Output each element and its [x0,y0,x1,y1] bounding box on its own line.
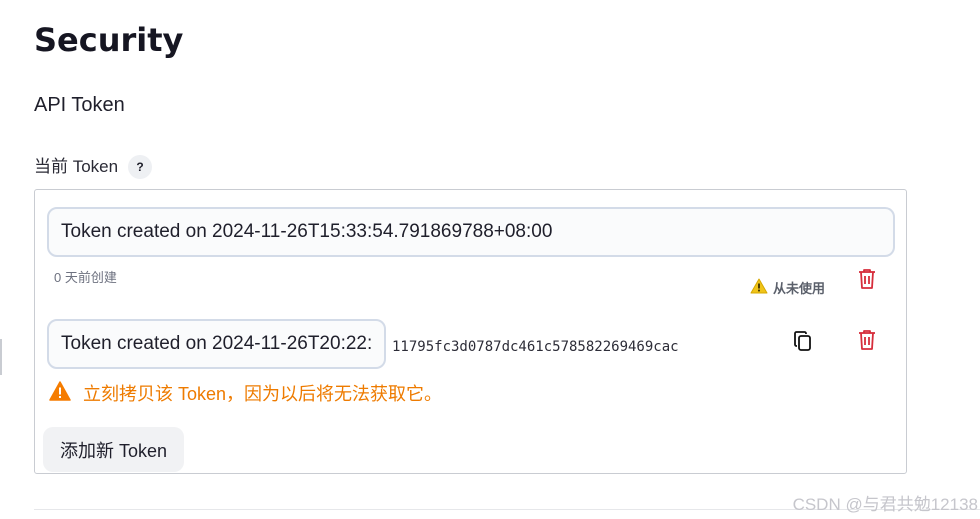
token-usage-status: 从未使用 [750,278,825,297]
copy-icon [794,330,812,356]
current-token-label-text: 当前 Token [34,157,119,176]
help-icon[interactable]: ? [128,155,153,179]
add-token-button[interactable]: 添加新 Token [43,427,185,472]
trash-icon [858,268,876,294]
token-panel: 0 天前创建 从未使用 11795fc3d0787dc461c578582269… [34,189,907,474]
copy-warning-text: 立刻拷贝该 Token，因为以后将无法获取它。 [83,384,443,404]
delete-token-button-2[interactable] [855,330,879,354]
copy-token-button[interactable] [791,330,815,356]
token-created-hint: 0 天前创建 [54,270,117,285]
token-usage-status-text: 从未使用 [773,281,826,296]
alert-triangle-icon [49,380,71,406]
token-name-input-1[interactable] [47,207,895,257]
warning-triangle-icon [750,278,768,297]
copy-warning: 立刻拷贝该 Token，因为以后将无法获取它。 [49,380,442,406]
page-title: Security [34,21,184,59]
delete-token-button-1[interactable] [855,269,879,293]
trash-icon [858,329,876,355]
current-token-label: 当前 Token ? [34,155,153,179]
watermark: CSDN @与君共勉12138 [792,495,978,514]
token-name-input-2[interactable] [47,319,386,369]
page-edge-marker [0,339,2,375]
section-title: API Token [34,94,125,116]
token-value: 11795fc3d0787dc461c578582269469cac [392,339,679,355]
